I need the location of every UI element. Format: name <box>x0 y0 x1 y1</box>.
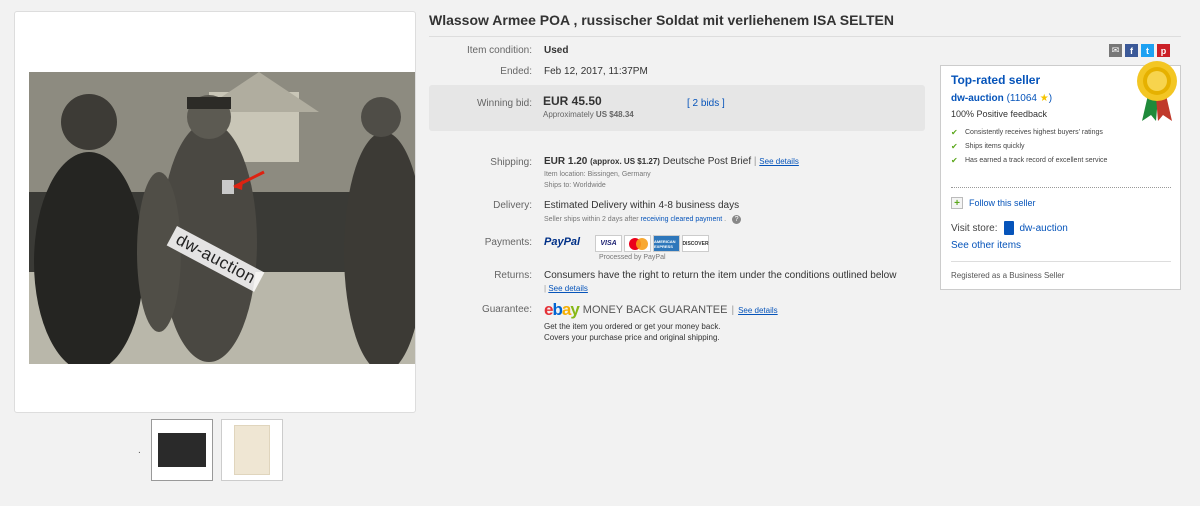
share-icons: ✉ f t p <box>1109 44 1170 57</box>
winning-bid-approx: Approximately US $48.34 <box>543 110 634 119</box>
facebook-share-icon[interactable]: f <box>1125 44 1138 57</box>
store-icon <box>1003 221 1014 235</box>
thumbnail-1[interactable] <box>150 419 213 481</box>
mastercard-circle-orange <box>636 238 648 250</box>
guarantee-see-details-link[interactable]: See details <box>738 306 778 315</box>
seller-perk: ✔ Consistently receives highest buyers' r… <box>951 128 1131 137</box>
item-title: Wlassow Armee POA , russischer Soldat mi… <box>429 12 894 28</box>
approx-prefix: Approximately <box>543 110 594 119</box>
divider <box>951 261 1171 262</box>
ebay-logo: ebay <box>544 300 580 319</box>
follow-seller-button[interactable]: + Follow this seller <box>951 197 1036 209</box>
delivery-value: Estimated Delivery within 4-8 business d… <box>544 200 740 211</box>
main-photo[interactable] <box>29 72 415 364</box>
seller-perks: ✔ Consistently receives highest buyers' r… <box>951 128 1131 170</box>
thumbnail-strip: . <box>138 419 283 481</box>
title-divider <box>429 36 1181 37</box>
returns-value: Consumers have the right to return the i… <box>544 270 897 281</box>
thumbnail-nav-dot: . <box>138 444 141 456</box>
main-image-viewer[interactable]: dw-auction <box>14 11 416 413</box>
bid-history-link[interactable]: [ 2 bids ] <box>687 98 725 109</box>
delivery-note-tail: . <box>724 216 727 223</box>
visa-card-icon: VISA <box>595 235 622 252</box>
seller-info-panel: Top-rated seller dw-auction (11064 ★) 10… <box>940 61 1181 290</box>
guarantee-label: Guarantee: <box>481 304 532 315</box>
discover-card-icon: DISCOVER <box>682 235 709 252</box>
guarantee-row: ebay MONEY BACK GUARANTEE | See details <box>544 300 778 320</box>
ended-value: Feb 12, 2017, 11:37PM <box>544 66 648 77</box>
feedback-count: 11064 <box>1009 93 1037 104</box>
delivery-note: Seller ships within 2 days after receivi… <box>544 215 742 224</box>
separator: | <box>544 284 547 293</box>
returns-label: Returns: <box>494 270 532 281</box>
shipping-cost: EUR 1.20 <box>544 156 588 167</box>
processed-by-paypal: Processed by PayPal <box>599 254 666 261</box>
shipping-row: EUR 1.20 (approx. US $1.27) Deutsche Pos… <box>544 156 799 167</box>
money-back-guarantee-text: MONEY BACK GUARANTEE <box>582 304 728 316</box>
payments-label: Payments: <box>484 237 532 248</box>
delivery-label: Delivery: <box>493 200 532 211</box>
mastercard-icon <box>624 235 651 252</box>
shipping-approx: (approx. US $1.27) <box>590 157 660 166</box>
dotted-divider <box>951 187 1171 188</box>
returns-see-details-link[interactable]: See details <box>548 284 588 293</box>
registered-business-seller: Registered as a Business Seller <box>951 271 1065 280</box>
thumbnail-1-image <box>157 433 206 467</box>
ships-to: Ships to: Worldwide <box>544 182 606 189</box>
follow-seller-label: Follow this seller <box>969 198 1036 208</box>
see-other-items-link[interactable]: See other items <box>951 240 1021 251</box>
delivery-note-text: Seller ships within 2 days after <box>544 216 639 223</box>
seller-perk-text: Ships items quickly <box>965 143 1025 150</box>
winning-bid-panel: Winning bid: EUR 45.50 Approximately US … <box>429 85 925 131</box>
check-icon: ✔ <box>951 142 958 151</box>
check-icon: ✔ <box>951 156 958 165</box>
store-link[interactable]: dw-auction <box>1020 223 1068 234</box>
twitter-share-icon[interactable]: t <box>1141 44 1154 57</box>
winning-bid-label: Winning bid: <box>476 98 532 109</box>
shipping-method: Deutsche Post Brief <box>662 156 752 167</box>
visit-store-label: Visit store: <box>951 222 998 234</box>
returns-details-row: | See details <box>544 284 588 293</box>
paypal-logo: PayPal <box>544 236 580 248</box>
paypal-logo-text: PayPal <box>544 236 581 248</box>
top-rated-seller-title: Top-rated seller <box>951 73 1041 87</box>
seller-perk-text: Has earned a track record of excellent s… <box>965 157 1108 164</box>
cleared-payment-link[interactable]: receiving cleared payment <box>641 216 723 223</box>
approx-value: US $48.34 <box>595 110 634 119</box>
thumbnail-2-image <box>233 425 270 475</box>
star-icon: ★ <box>1039 93 1049 104</box>
separator: | <box>731 304 735 316</box>
pinterest-share-icon[interactable]: p <box>1157 44 1170 57</box>
photo-artwork <box>29 72 415 364</box>
item-location: Item location: Bissingen, Germany <box>544 171 651 178</box>
check-icon: ✔ <box>951 128 958 137</box>
amex-card-icon: AMERICAN EXPRESS <box>653 235 680 252</box>
separator: | <box>753 156 757 167</box>
shipping-see-details-link[interactable]: See details <box>759 157 799 166</box>
shipping-label: Shipping: <box>490 157 532 168</box>
winning-bid-value: EUR 45.50 <box>543 94 602 108</box>
payment-cards: VISA AMERICAN EXPRESS DISCOVER <box>595 235 709 252</box>
thumbnail-2[interactable] <box>220 419 283 481</box>
plus-icon: + <box>951 197 963 209</box>
feedback-count-link[interactable]: (11064 ★) <box>1007 93 1053 104</box>
seller-name-row: dw-auction (11064 ★) <box>951 93 1052 104</box>
seller-perk: ✔ Ships items quickly <box>951 142 1131 151</box>
seller-perk-text: Consistently receives highest buyers' ra… <box>965 129 1103 136</box>
guarantee-line-1: Get the item you ordered or get your mon… <box>544 322 721 331</box>
seller-name-link[interactable]: dw-auction <box>951 93 1004 104</box>
guarantee-line-2: Covers your purchase price and original … <box>544 333 720 342</box>
email-share-icon[interactable]: ✉ <box>1109 44 1122 57</box>
help-icon[interactable]: ? <box>732 215 742 224</box>
positive-feedback: 100% Positive feedback <box>951 109 1048 119</box>
condition-value: Used <box>544 45 569 56</box>
seller-perk: ✔ Has earned a track record of excellent … <box>951 156 1131 165</box>
visit-store-row: Visit store: dw-auction <box>951 221 1068 235</box>
image-gallery: dw-auction <box>14 11 416 413</box>
top-rated-medal-icon <box>1137 61 1177 121</box>
ended-label: Ended: <box>500 66 532 77</box>
condition-label: Item condition: <box>466 45 532 56</box>
